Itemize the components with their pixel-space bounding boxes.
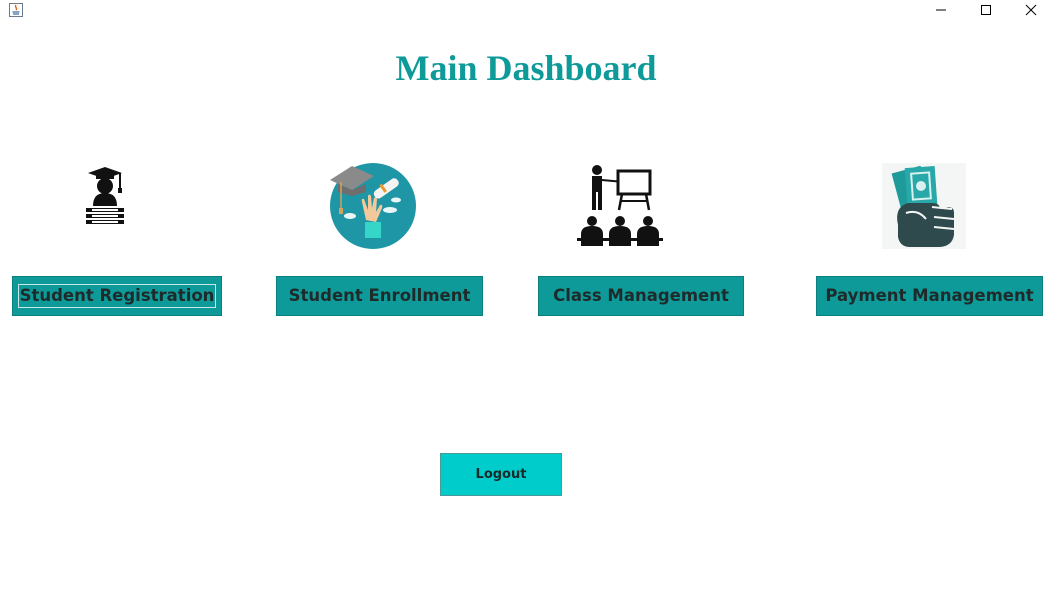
class-management-label: Class Management <box>553 286 729 305</box>
maximize-button[interactable] <box>963 0 1009 20</box>
page-title: Main Dashboard <box>395 48 657 88</box>
cash-in-hand-icon <box>882 163 966 249</box>
graduation-certificate-icon <box>330 163 416 249</box>
close-button[interactable] <box>1008 0 1052 20</box>
classroom-teacher-icon <box>577 165 663 246</box>
minimize-button[interactable] <box>918 0 964 20</box>
logout-label: Logout <box>475 467 527 482</box>
graduate-student-icon <box>86 167 124 224</box>
close-icon <box>1025 4 1037 16</box>
student-enrollment-label: Student Enrollment <box>288 286 471 305</box>
student-enrollment-button[interactable]: Student Enrollment <box>276 276 483 316</box>
java-app-icon <box>9 3 23 17</box>
payment-management-button[interactable]: Payment Management <box>816 276 1043 316</box>
student-registration-button[interactable]: Student Registration <box>12 276 222 316</box>
minimize-icon <box>936 9 946 11</box>
student-registration-label: Student Registration <box>17 284 217 308</box>
payment-management-label: Payment Management <box>825 286 1034 305</box>
class-management-button[interactable]: Class Management <box>538 276 744 316</box>
maximize-icon <box>981 5 991 15</box>
window-titlebar <box>0 0 1052 20</box>
logout-button[interactable]: Logout <box>440 453 562 496</box>
